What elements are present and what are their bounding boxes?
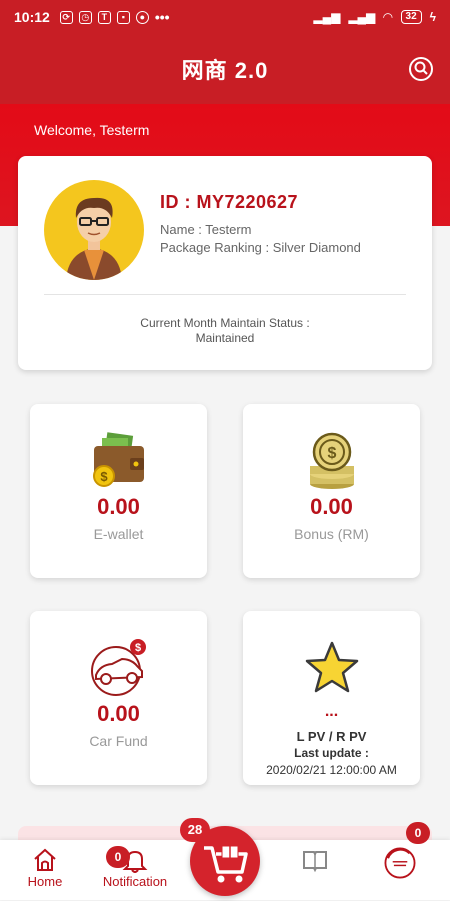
pv-last-update-label: Last update :	[294, 746, 369, 760]
nav-home[interactable]: Home	[0, 846, 90, 889]
divider	[44, 294, 406, 295]
car-icon: $	[91, 639, 146, 696]
signal-2-icon: ▂▄▆	[348, 10, 376, 24]
sync-off-icon: ⟳	[59, 10, 73, 24]
member-name: Name : Testerm	[160, 222, 252, 237]
status-notification-icons: ⟳ ◷ T ▪ ● •••	[59, 9, 170, 25]
coins-icon: $	[310, 432, 354, 489]
user-avatar-icon	[66, 197, 122, 280]
battery-icon: 32	[400, 10, 422, 24]
avatar	[44, 180, 144, 280]
nav-notification-label: Notification	[102, 874, 168, 889]
search-icon[interactable]	[408, 56, 434, 82]
maintain-status-value: Maintained	[195, 331, 255, 345]
pv-last-update-date: 2020/02/21 12:00:00 AM	[266, 763, 397, 777]
wallet-icon: $	[93, 432, 144, 487]
wifi-icon: ◠	[383, 10, 393, 24]
cart-badge: 28	[180, 818, 210, 842]
home-icon	[34, 848, 56, 871]
member-id: ID : MY7220627	[160, 192, 299, 212]
welcome-text: Welcome, Testerm	[34, 122, 150, 138]
status-bar: 10:12 ⟳ ◷ T ▪ ● ••• ▂▄▆ ▂▄▆ ◠ 32 ϟ	[0, 0, 450, 34]
nav-home-label: Home	[27, 874, 63, 889]
pv-label: L PV / R PV	[296, 729, 367, 744]
charging-icon: ϟ	[429, 10, 436, 24]
nav-catalog[interactable]	[270, 846, 360, 874]
maintain-status: Current Month Maintain Status : Maintain…	[18, 316, 432, 346]
nav-coming-soon[interactable]	[355, 846, 445, 880]
pv-value: ...	[324, 703, 339, 720]
alarm-icon: ◷	[78, 10, 92, 24]
coming-soon-badge: 0	[406, 822, 430, 844]
t-app-icon: T	[97, 10, 111, 24]
more-icon: •••	[154, 9, 170, 25]
ewallet-tile[interactable]: $ 0.00 E-wallet	[30, 404, 207, 578]
pv-tile[interactable]: ... L PV / R PV Last update : 2020/02/21…	[243, 611, 420, 785]
notification-badge: 0	[106, 846, 130, 868]
coming-soon-icon	[384, 847, 416, 879]
app-bar: 网商 2.0	[0, 34, 450, 104]
carfund-label: Car Fund	[89, 733, 148, 749]
ewallet-amount: 0.00	[97, 494, 140, 519]
package-ranking: Package Ranking : Silver Diamond	[160, 240, 361, 255]
app-title: 网商 2.0	[181, 58, 269, 83]
svg-text:$: $	[328, 445, 337, 462]
svg-text:$: $	[100, 469, 108, 484]
star-icon	[305, 641, 359, 693]
book-icon	[303, 851, 327, 873]
signal-icon: ▂▄▆	[313, 10, 341, 24]
ewallet-label: E-wallet	[93, 526, 144, 542]
status-time: 10:12	[14, 9, 50, 25]
profile-card: ID : MY7220627 Name : Testerm Package Ra…	[18, 156, 432, 370]
svg-text:$: $	[135, 642, 141, 654]
bonus-tile[interactable]: $ 0.00 Bonus (RM)	[243, 404, 420, 578]
status-system-icons: ▂▄▆ ▂▄▆ ◠ 32 ϟ	[313, 10, 436, 24]
carfund-tile[interactable]: $ 0.00 Car Fund	[30, 611, 207, 785]
nav-notification[interactable]: Notification	[90, 846, 180, 889]
app-icon: ▪	[116, 10, 130, 24]
bonus-label: Bonus (RM)	[294, 526, 369, 542]
bonus-amount: 0.00	[310, 494, 353, 519]
messenger-icon: ●	[135, 10, 149, 24]
maintain-status-label: Current Month Maintain Status :	[140, 316, 310, 330]
carfund-amount: 0.00	[97, 701, 140, 726]
